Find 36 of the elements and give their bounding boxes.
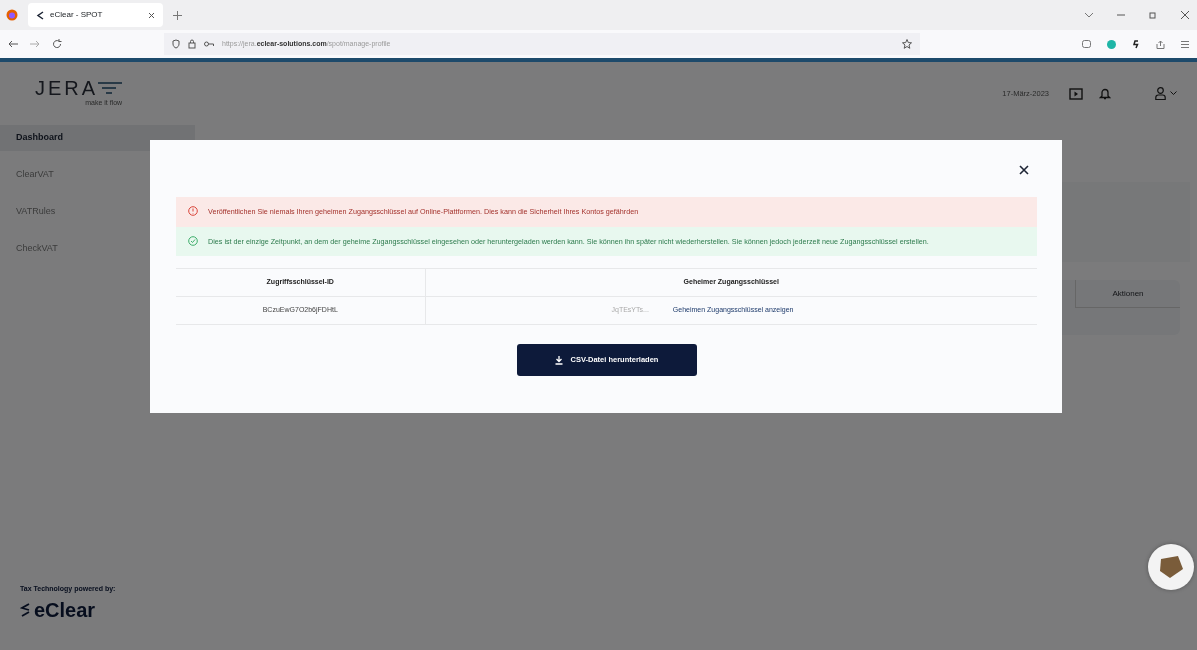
chevron-down-icon[interactable]: [1170, 91, 1177, 96]
pocket-icon[interactable]: [1082, 40, 1091, 48]
play-screen-icon[interactable]: [1069, 87, 1083, 100]
restore-icon[interactable]: [1149, 11, 1157, 19]
back-icon[interactable]: [8, 40, 18, 48]
column-header: Aktionen: [1075, 280, 1180, 308]
shield-icon: [172, 39, 180, 49]
browser-logo-icon: [6, 9, 18, 21]
browser-tab[interactable]: eClear - SPOT: [28, 3, 163, 27]
bell-icon[interactable]: [1099, 87, 1111, 100]
extension-icon[interactable]: [1132, 39, 1140, 49]
warning-icon: [188, 206, 198, 216]
chat-icon: [1158, 555, 1184, 579]
lock-icon: [188, 39, 196, 49]
tab-favicon-icon: [36, 10, 44, 20]
sidebar-item[interactable]: Dashboard: [0, 125, 195, 151]
close-icon[interactable]: [1181, 11, 1189, 19]
download-icon: [554, 355, 563, 365]
tab-title: eClear - SPOT: [50, 9, 104, 21]
chat-button[interactable]: [1148, 544, 1194, 590]
reload-icon[interactable]: [52, 39, 62, 49]
eclear-logo-icon: [20, 603, 30, 617]
chevron-down-icon[interactable]: [1085, 12, 1093, 18]
close-icon[interactable]: [1019, 165, 1029, 175]
logo-lines-icon: [98, 81, 123, 96]
logo-text: JERA: [35, 78, 99, 99]
user-icon[interactable]: [1155, 87, 1166, 100]
star-icon[interactable]: [902, 39, 912, 49]
check-circle-icon: [188, 235, 198, 246]
extension-badge-icon[interactable]: [1107, 39, 1116, 49]
menu-icon[interactable]: [1181, 40, 1189, 48]
brand-text: eClear: [34, 600, 96, 620]
share-icon[interactable]: [1156, 39, 1165, 49]
close-icon[interactable]: [148, 11, 155, 19]
new-tab-icon[interactable]: [173, 10, 182, 20]
key-icon: [204, 41, 214, 47]
